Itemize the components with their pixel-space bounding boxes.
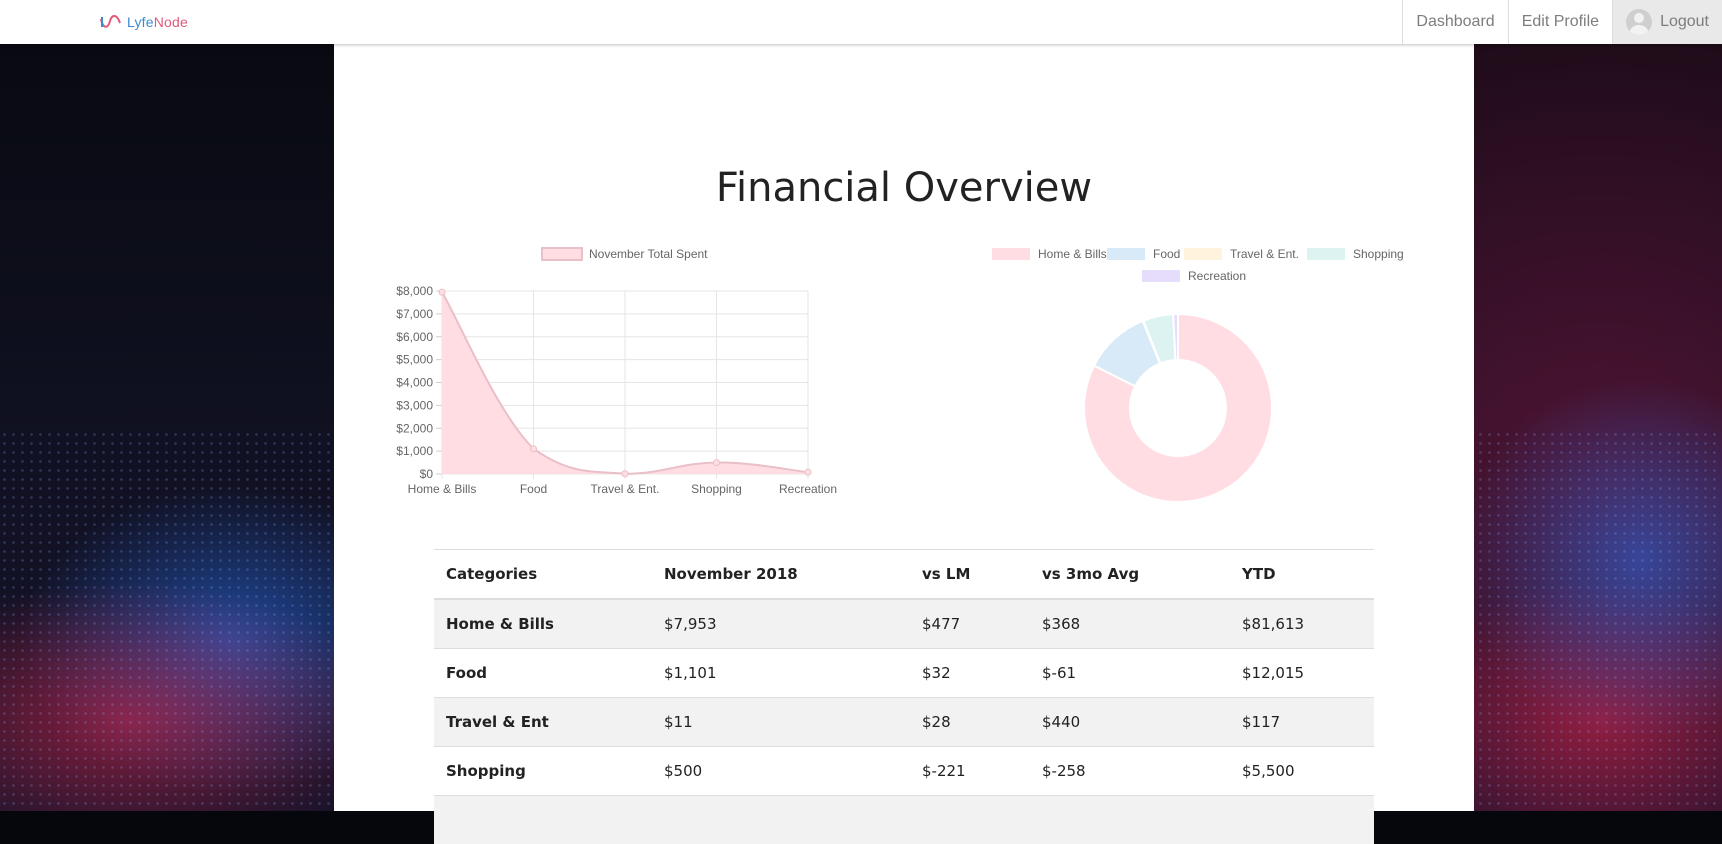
legend-swatch [1107, 248, 1145, 260]
x-tick-label: Travel & Ent. [591, 482, 660, 496]
brand-wave-icon [100, 15, 122, 29]
y-tick-label: $0 [420, 467, 434, 481]
legend-swatch [992, 248, 1030, 260]
table-cell: $117 [1230, 698, 1374, 747]
table-cell [1030, 796, 1230, 844]
table-cell: $-221 [910, 747, 1030, 796]
col-vs-lm: vs LM [910, 550, 1030, 600]
table-row: Food $1,101 $32 $-61 $12,015 [434, 649, 1374, 698]
top-navbar: LyfeNode Dashboard Edit Profile Logout [0, 0, 1722, 44]
table-row: Travel & Ent $11 $28 $440 $117 [434, 698, 1374, 747]
table-cell-category: Home & Bills [434, 599, 652, 649]
table-row: Shopping $500 $-221 $-258 $5,500 [434, 747, 1374, 796]
spending-line-chart: November Total Spent $0 $1,000 $2,000 $3,00… [390, 212, 850, 512]
table-cell: $81,613 [1230, 599, 1374, 649]
legend-swatch [542, 248, 582, 260]
x-tick-label: Food [520, 482, 547, 496]
table-cell [1230, 796, 1374, 844]
col-categories: Categories [434, 550, 652, 600]
line-chart-legend: November Total Spent [542, 247, 708, 261]
data-point [531, 446, 537, 452]
table-cell: $11 [652, 698, 910, 747]
nav-edit-profile-link[interactable]: Edit Profile [1508, 0, 1612, 44]
col-vs-3mo-avg: vs 3mo Avg [1030, 550, 1230, 600]
table-cell: $7,953 [652, 599, 910, 649]
y-tick-label: $8,000 [396, 284, 433, 298]
logout-label: Logout [1660, 13, 1709, 31]
y-tick-label: $3,000 [396, 398, 433, 412]
legend-label: Travel & Ent. [1230, 247, 1299, 261]
data-point [439, 289, 445, 295]
legend-label: Food [1153, 247, 1180, 261]
line-chart-x-axis: Home & Bills Food Travel & Ent. Shopping Rec… [408, 482, 837, 496]
table-cell: $32 [910, 649, 1030, 698]
x-tick-label: Home & Bills [408, 482, 477, 496]
doughnut-chart-legend: Home & Bills Food Travel & Ent. Shopping Rec… [992, 247, 1404, 283]
y-tick-label: $7,000 [396, 307, 433, 321]
table-header-row: Categories November 2018 vs LM vs 3mo Av… [434, 550, 1374, 600]
legend-label: Home & Bills [1038, 247, 1107, 261]
line-chart-y-axis: $0 $1,000 $2,000 $3,000 $4,000 $5,000 $6,000 $7… [396, 284, 433, 481]
table-row: Home & Bills $7,953 $477 $368 $81,613 [434, 599, 1374, 649]
table-cell: $28 [910, 698, 1030, 747]
y-tick-label: $4,000 [396, 376, 433, 390]
category-doughnut-chart: Home & Bills Food Travel & Ent. Shopping Rec… [934, 212, 1414, 512]
legend-swatch [1184, 248, 1222, 260]
legend-swatch [1142, 270, 1180, 282]
y-tick-label: $2,000 [396, 421, 433, 435]
brand-name: LyfeNode [127, 14, 188, 30]
table-cell-category: Travel & Ent [434, 698, 652, 747]
main-content-panel: Financial Overview November Total Spent … [334, 44, 1474, 811]
user-avatar-icon [1626, 9, 1652, 35]
table-cell: $368 [1030, 599, 1230, 649]
col-month: November 2018 [652, 550, 910, 600]
table-cell: $500 [652, 747, 910, 796]
x-tick-label: Recreation [779, 482, 837, 496]
table-cell [910, 796, 1030, 844]
legend-label: November Total Spent [589, 247, 708, 261]
financial-summary-table: Categories November 2018 vs LM vs 3mo Av… [434, 549, 1374, 844]
data-point [805, 469, 811, 475]
table-cell-category: Shopping [434, 747, 652, 796]
y-tick-label: $6,000 [396, 330, 433, 344]
nav-menu: Dashboard Edit Profile Logout [1402, 0, 1722, 44]
nav-dashboard-link[interactable]: Dashboard [1402, 0, 1507, 44]
table-cell [652, 796, 910, 844]
legend-label: Recreation [1188, 269, 1246, 283]
table-cell: $-61 [1030, 649, 1230, 698]
page-title: Financial Overview [334, 165, 1474, 211]
table-cell-category: Food [434, 649, 652, 698]
data-point [622, 471, 628, 477]
brand-logo[interactable]: LyfeNode [100, 12, 188, 32]
y-tick-label: $1,000 [396, 444, 433, 458]
table-cell: $1,101 [652, 649, 910, 698]
table-cell: $440 [1030, 698, 1230, 747]
doughnut-chart-slices [1084, 314, 1272, 502]
table-row-partial [434, 796, 1374, 844]
data-point [714, 460, 720, 466]
table-cell [434, 796, 652, 844]
legend-swatch [1307, 248, 1345, 260]
nav-logout-link[interactable]: Logout [1612, 0, 1722, 44]
y-tick-label: $5,000 [396, 353, 433, 367]
table-cell: $12,015 [1230, 649, 1374, 698]
x-tick-label: Shopping [691, 482, 742, 496]
col-ytd: YTD [1230, 550, 1374, 600]
legend-label: Shopping [1353, 247, 1404, 261]
table-cell: $477 [910, 599, 1030, 649]
table-cell: $-258 [1030, 747, 1230, 796]
table-cell: $5,500 [1230, 747, 1374, 796]
